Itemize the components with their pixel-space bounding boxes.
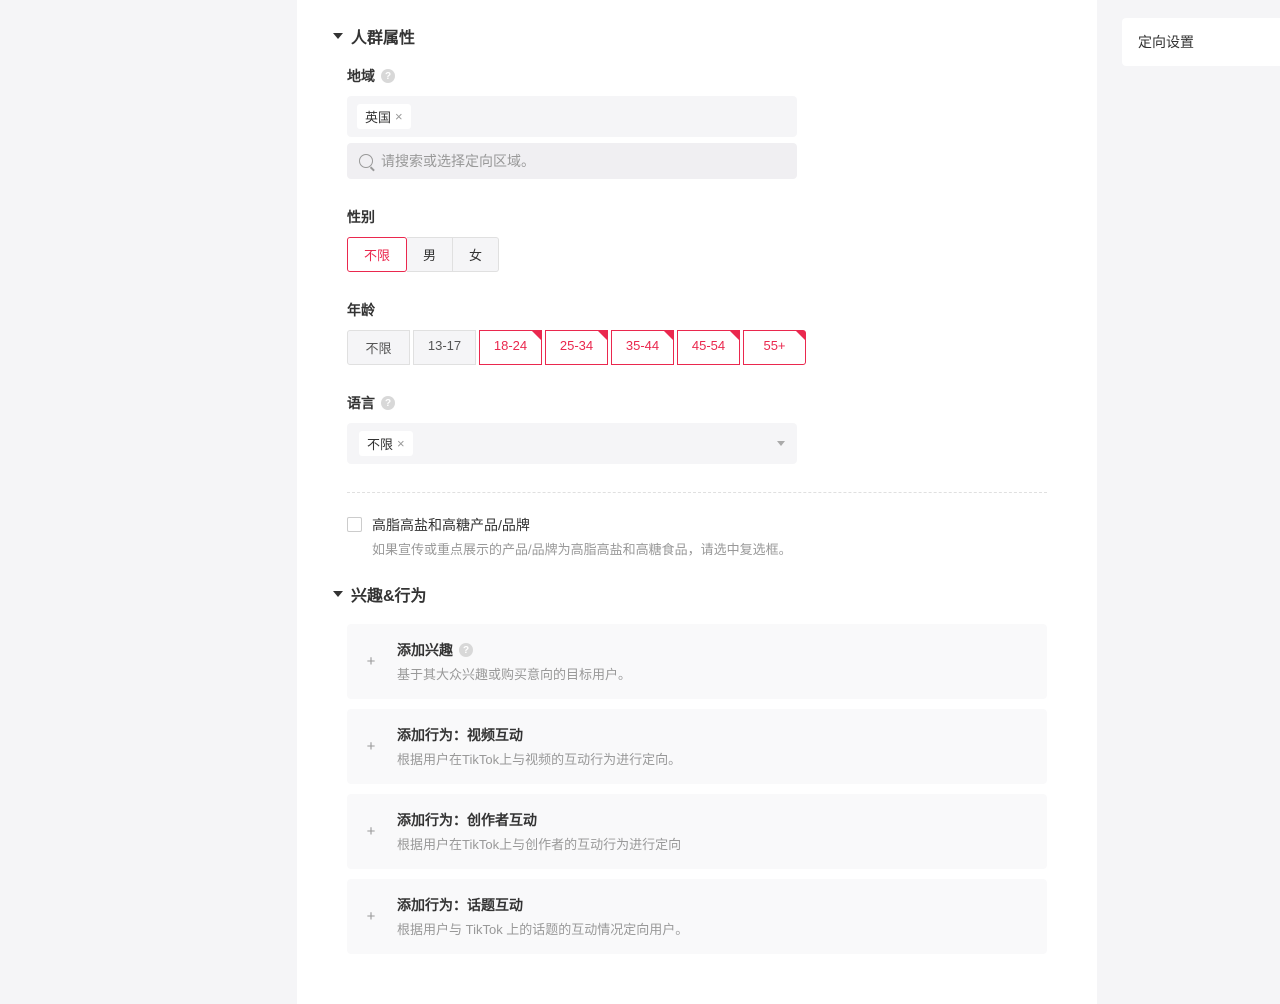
add-interest-title: 添加兴趣 [397, 640, 453, 660]
field-label-gender: 性别 [347, 207, 1061, 227]
age-option-any[interactable]: 不限 [347, 330, 410, 365]
add-creator-content: 添加行为：创作者互动 根据用户在TikTok上与创作者的互动行为进行定向 [397, 810, 681, 853]
region-tag-label: 英国 [365, 107, 391, 126]
field-label-region: 地域 ? [347, 66, 1061, 86]
age-option-25-34[interactable]: 25-34 [545, 330, 608, 365]
hfss-title: 高脂高盐和高糖产品/品牌 [372, 515, 792, 535]
region-search-input[interactable]: 请搜索或选择定向区域。 [347, 143, 797, 179]
plus-icon: + [365, 653, 377, 670]
add-interest-desc: 基于其大众兴趣或购买意向的目标用户。 [397, 664, 631, 683]
gender-option-any[interactable]: 不限 [347, 237, 407, 272]
hfss-checkbox[interactable] [347, 517, 362, 532]
gender-option-female[interactable]: 女 [453, 237, 499, 272]
label-text-age: 年龄 [347, 300, 375, 320]
gender-button-group: 不限 男 女 [347, 237, 499, 272]
caret-down-icon [333, 33, 343, 39]
add-creator-desc: 根据用户在TikTok上与创作者的互动行为进行定向 [397, 834, 681, 853]
language-tag-label: 不限 [367, 434, 393, 453]
age-option-13-17[interactable]: 13-17 [413, 330, 476, 365]
region-tag-container[interactable]: 英国 × [347, 96, 797, 137]
plus-icon: + [365, 823, 377, 840]
search-icon [359, 154, 373, 168]
help-icon[interactable]: ? [459, 643, 473, 657]
add-interest-content: 添加兴趣 ? 基于其大众兴趣或购买意向的目标用户。 [397, 640, 631, 683]
field-label-age: 年龄 [347, 300, 1061, 320]
age-option-18-24[interactable]: 18-24 [479, 330, 542, 365]
plus-icon: + [365, 908, 377, 925]
add-hashtag-behavior-card[interactable]: + 添加行为：话题互动 根据用户与 TikTok 上的话题的互动情况定向用户。 [347, 879, 1047, 954]
age-option-55plus[interactable]: 55+ [743, 330, 806, 365]
section-title-interest: 兴趣&行为 [351, 582, 427, 606]
add-interest-card[interactable]: + 添加兴趣 ? 基于其大众兴趣或购买意向的目标用户。 [347, 624, 1047, 699]
field-age: 年龄 不限 13-17 18-24 25-34 35-44 45-54 55+ [347, 300, 1061, 365]
language-select[interactable]: 不限 × [347, 423, 797, 464]
age-option-45-54[interactable]: 45-54 [677, 330, 740, 365]
divider [347, 492, 1047, 493]
region-search-placeholder: 请搜索或选择定向区域。 [381, 151, 535, 171]
label-text-region: 地域 [347, 66, 375, 86]
hfss-content: 高脂高盐和高糖产品/品牌 如果宣传或重点展示的产品/品牌为高脂高盐和高糖食品，请… [372, 515, 792, 558]
right-panel: 定向设置 [1122, 18, 1280, 66]
region-tag: 英国 × [357, 104, 411, 129]
close-icon[interactable]: × [397, 437, 405, 450]
close-icon[interactable]: × [395, 110, 403, 123]
add-video-content: 添加行为：视频互动 根据用户在TikTok上与视频的互动行为进行定向。 [397, 725, 681, 768]
add-video-desc: 根据用户在TikTok上与视频的互动行为进行定向。 [397, 749, 681, 768]
field-language: 语言 ? 不限 × [347, 393, 1061, 464]
caret-down-icon [333, 591, 343, 597]
label-text-language: 语言 [347, 393, 375, 413]
chevron-down-icon [777, 441, 785, 446]
add-creator-title: 添加行为：创作者互动 [397, 810, 537, 830]
add-hashtag-content: 添加行为：话题互动 根据用户与 TikTok 上的话题的互动情况定向用户。 [397, 895, 688, 938]
field-region: 地域 ? 英国 × 请搜索或选择定向区域。 [347, 66, 1061, 179]
add-video-behavior-card[interactable]: + 添加行为：视频互动 根据用户在TikTok上与视频的互动行为进行定向。 [347, 709, 1047, 784]
language-tag: 不限 × [359, 431, 413, 456]
help-icon[interactable]: ? [381, 396, 395, 410]
section-header-audience[interactable]: 人群属性 [333, 24, 1061, 48]
label-text-gender: 性别 [347, 207, 375, 227]
plus-icon: + [365, 738, 377, 755]
section-header-interest[interactable]: 兴趣&行为 [333, 582, 1061, 606]
hfss-desc: 如果宣传或重点展示的产品/品牌为高脂高盐和高糖食品，请选中复选框。 [372, 539, 792, 558]
age-option-35-44[interactable]: 35-44 [611, 330, 674, 365]
section-title-audience: 人群属性 [351, 24, 415, 48]
add-hashtag-desc: 根据用户与 TikTok 上的话题的互动情况定向用户。 [397, 919, 688, 938]
field-gender: 性别 不限 男 女 [347, 207, 1061, 272]
add-video-title: 添加行为：视频互动 [397, 725, 523, 745]
targeting-settings-title: 定向设置 [1138, 32, 1280, 52]
main-panel: 人群属性 地域 ? 英国 × 请搜索或选择定向区域。 性别 不限 男 女 [297, 0, 1097, 1004]
add-hashtag-title: 添加行为：话题互动 [397, 895, 523, 915]
age-button-group: 不限 13-17 18-24 25-34 35-44 45-54 55+ [347, 330, 1061, 365]
add-creator-behavior-card[interactable]: + 添加行为：创作者互动 根据用户在TikTok上与创作者的互动行为进行定向 [347, 794, 1047, 869]
help-icon[interactable]: ? [381, 69, 395, 83]
field-label-language: 语言 ? [347, 393, 1061, 413]
hfss-checkbox-row: 高脂高盐和高糖产品/品牌 如果宣传或重点展示的产品/品牌为高脂高盐和高糖食品，请… [347, 515, 1061, 558]
gender-option-male[interactable]: 男 [407, 237, 453, 272]
